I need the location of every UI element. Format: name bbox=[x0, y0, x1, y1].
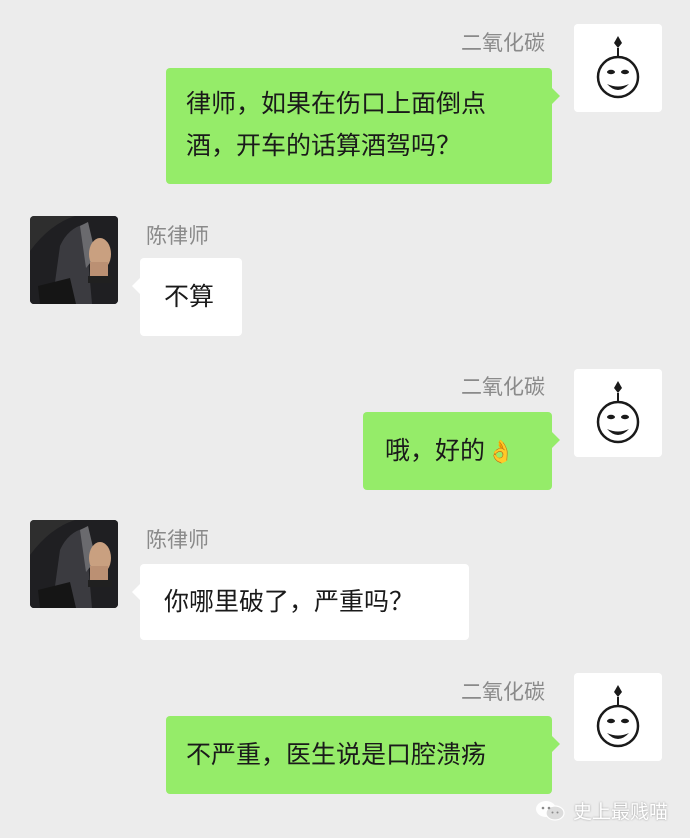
sender-name: 陈律师 bbox=[146, 528, 209, 552]
message-line: 律师，如果在伤口上面倒点 bbox=[186, 89, 487, 118]
lawyer-photo-icon bbox=[30, 216, 118, 304]
message-bubble[interactable]: 不严重，医生说是口腔溃疡 bbox=[166, 716, 560, 794]
sender-name: 二氧化碳 bbox=[461, 680, 545, 704]
watermark-text: 史上最贱喵 bbox=[572, 801, 668, 823]
cartoon-face-icon bbox=[574, 369, 662, 457]
message-bubble[interactable]: 律师，如果在伤口上面倒点 酒，开车的话算酒驾吗？ bbox=[166, 68, 560, 184]
cartoon-face-icon bbox=[574, 673, 662, 761]
bubble-tail bbox=[132, 278, 140, 294]
message-bubble[interactable]: 你哪里破了，严重吗？ bbox=[132, 564, 469, 640]
message-line: 你哪里破了，严重吗？ bbox=[164, 587, 415, 616]
message-bubble[interactable]: 哦，好的👌 bbox=[363, 412, 560, 490]
message-line: 不严重，医生说是口腔溃疡 bbox=[186, 740, 487, 769]
avatar[interactable] bbox=[30, 520, 118, 608]
avatar[interactable] bbox=[30, 216, 118, 304]
message-line: 不算 bbox=[164, 282, 215, 311]
bubble-tail bbox=[552, 88, 560, 104]
lawyer-photo-icon bbox=[30, 520, 118, 608]
message-line: 酒，开车的话算酒驾吗？ bbox=[186, 131, 462, 160]
bubble-tail bbox=[132, 584, 140, 600]
wechat-icon bbox=[535, 800, 565, 821]
message-line: 哦，好的 bbox=[385, 436, 486, 465]
avatar[interactable] bbox=[574, 673, 662, 761]
chat-area[interactable]: 二氧化碳 律师，如果在伤口上面倒点 酒，开车的话算酒驾吗？ 陈律师 不算 二氧化… bbox=[0, 0, 690, 838]
cartoon-face-icon bbox=[574, 24, 662, 112]
avatar[interactable] bbox=[574, 24, 662, 112]
bubble-tail bbox=[552, 736, 560, 752]
watermark: 史上最贱喵 bbox=[535, 797, 668, 824]
sender-name: 二氧化碳 bbox=[461, 31, 545, 55]
sender-name: 陈律师 bbox=[146, 224, 209, 248]
bubble-tail bbox=[552, 432, 560, 448]
ok-hand-emoji-icon: 👌 bbox=[487, 440, 515, 465]
message-bubble[interactable]: 不算 bbox=[132, 258, 242, 336]
sender-name: 二氧化碳 bbox=[461, 375, 545, 399]
avatar[interactable] bbox=[574, 369, 662, 457]
